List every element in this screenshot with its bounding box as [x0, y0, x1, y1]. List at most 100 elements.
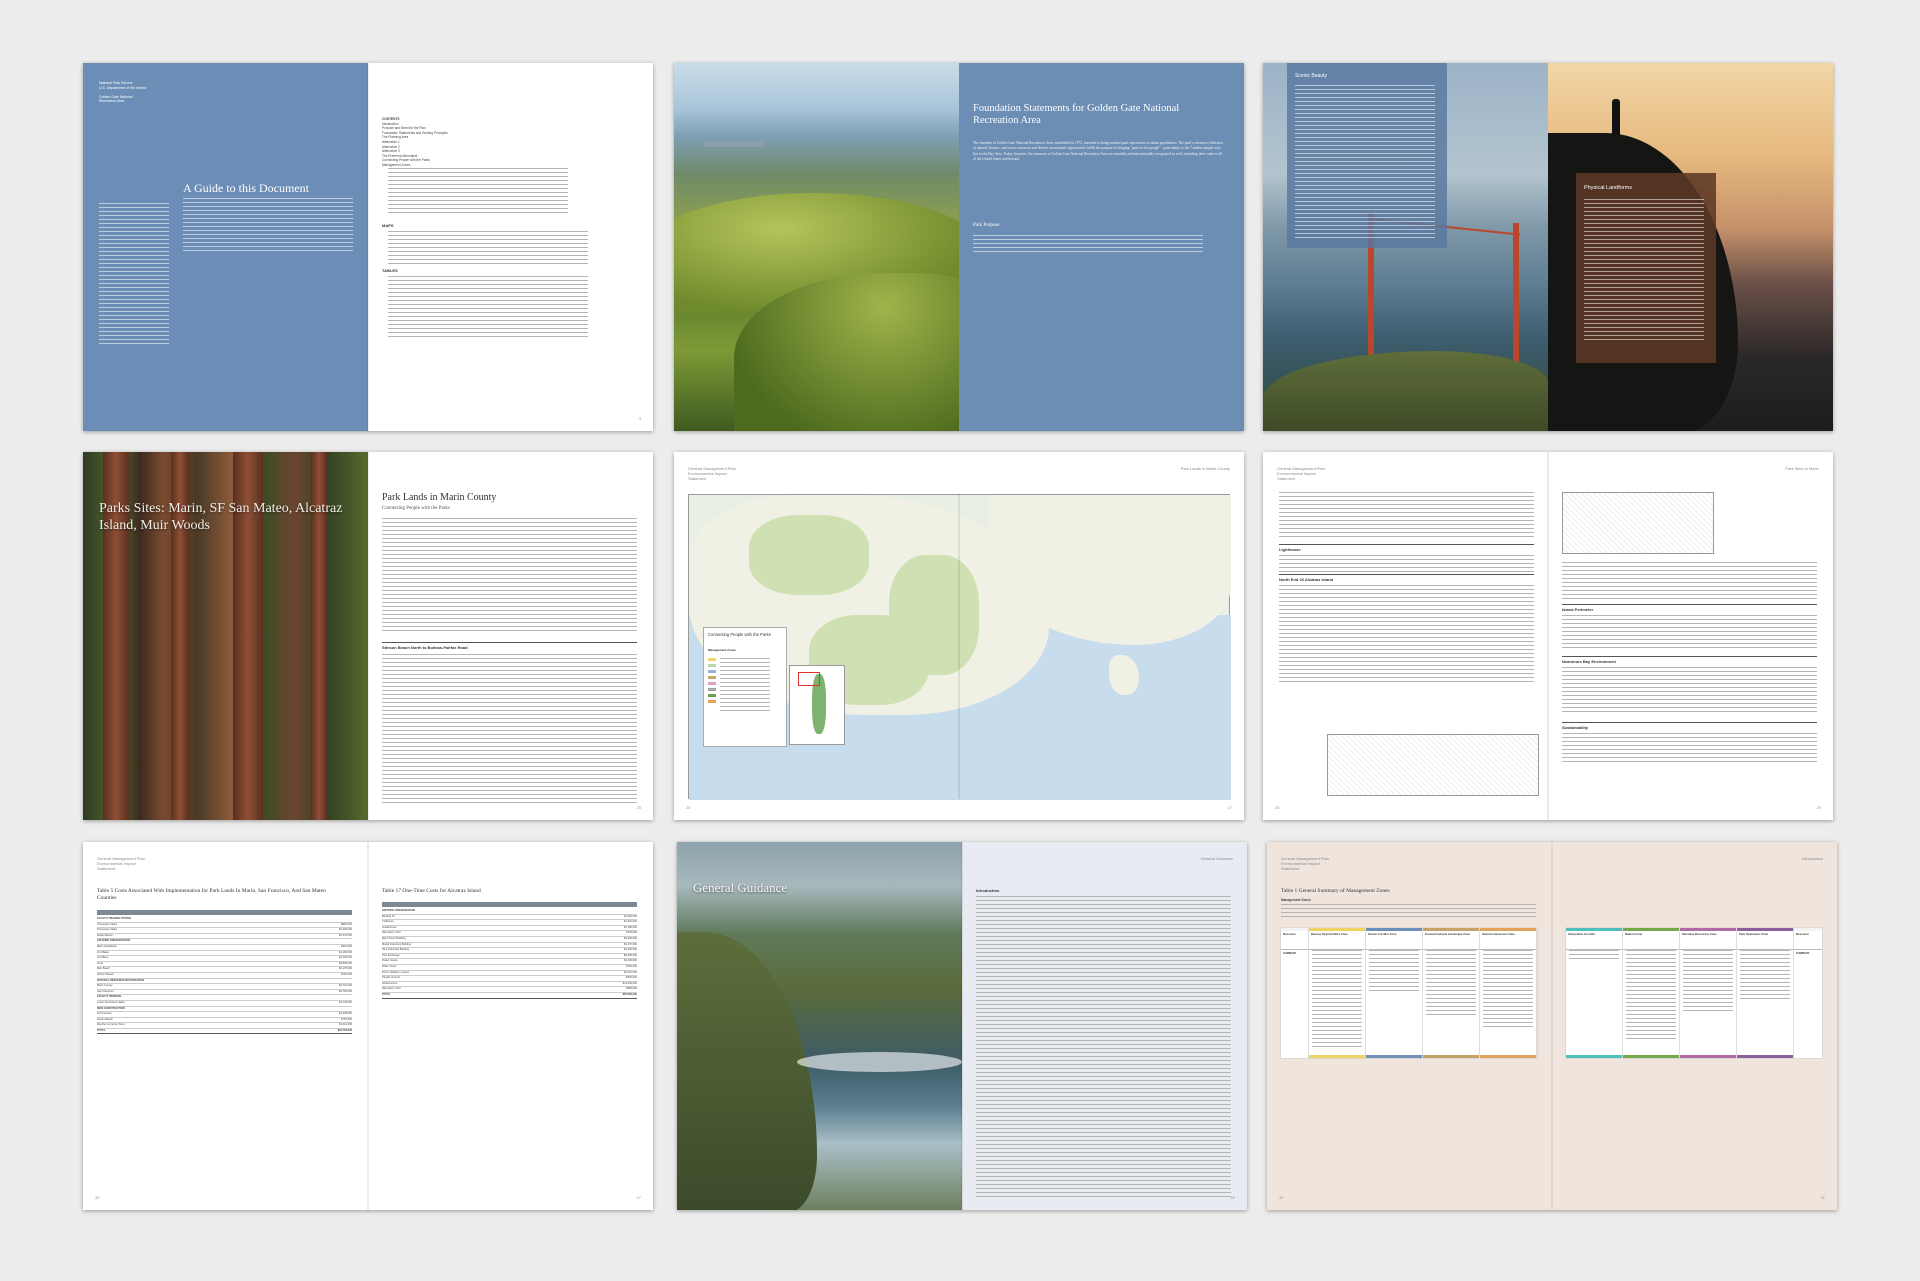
- row-value: $700,000: [626, 931, 637, 935]
- landscape-photo: [674, 63, 959, 431]
- table-title: Table 1 General Summary of Management Zo…: [1281, 888, 1390, 894]
- spread-general-guidance: General Guidance General Guidance Introd…: [677, 842, 1247, 1210]
- page-number: 30: [1279, 1195, 1284, 1200]
- row-label: Guardhouse: [382, 925, 397, 929]
- golden-gate-photo: Scenic Beauty: [1263, 63, 1548, 431]
- row-label: Rodeo Beach: [97, 933, 113, 937]
- page-number: 3: [638, 416, 641, 421]
- maps-heading: MAPS: [382, 223, 394, 228]
- row-label: Main Prison Building: [382, 936, 406, 940]
- table-title: Table 17 One-Time Costs for Alcatraz Isl…: [382, 888, 481, 894]
- running-head: General Management Plan Environmental Im…: [1281, 856, 1329, 871]
- row-label: New Industries Building: [382, 948, 410, 952]
- row-value: $2,178,000: [339, 967, 352, 971]
- guidance-text-page: General Guidance Introduction 49: [962, 842, 1247, 1210]
- spread-alcatraz: General Management Plan Environmental Im…: [1263, 452, 1833, 820]
- table-title: Table 5 Costs Associated With Implementa…: [97, 888, 326, 901]
- physical-landforms-title: Physical Landforms: [1584, 185, 1632, 191]
- section-title: General Guidance: [693, 880, 788, 895]
- scenic-beauty-panel: Scenic Beauty: [1287, 63, 1447, 248]
- agency-header: National Park Service U.S. Department of…: [99, 81, 147, 103]
- row-value: $3,012,000: [339, 1023, 352, 1027]
- row-label: Parade Ground: [382, 976, 400, 980]
- row-value: $750,000: [626, 964, 637, 968]
- row-value: $530,000: [626, 976, 637, 980]
- zones-left-page: General Management Plan Environmental Im…: [1267, 842, 1552, 1210]
- running-head: General Management Plan Environmental Im…: [688, 466, 736, 481]
- page-subtitle: Connecting People with the Parks: [382, 506, 450, 511]
- row-value: $1,000,000: [624, 959, 637, 963]
- park-purpose-heading: Park Purpose: [973, 223, 1000, 228]
- spread-cost-tables: General Management Plan Environmental Im…: [83, 842, 653, 1210]
- column-header: Scenic Corridor Zone: [1366, 931, 1422, 950]
- row-value: $1,060,000: [624, 914, 637, 918]
- column-header: Park Operations Zone: [1737, 931, 1793, 950]
- spread-marin: Parks Sites: Marin, SF San Mateo, Alcatr…: [83, 452, 653, 820]
- row-label: Building 64: [382, 914, 395, 918]
- row-label: FACILITY REMOVAL: [97, 995, 122, 999]
- page-number: 29: [1816, 805, 1821, 810]
- row-label: Cellhouse: [382, 920, 394, 924]
- zones-table-right: Interpretive Corridor Natural Zone Sensi…: [1566, 928, 1822, 1058]
- row-value: $4,700,000: [339, 989, 352, 993]
- row-label: Forts: [97, 961, 103, 965]
- section-heading: Island Perimeter: [1562, 607, 1594, 612]
- column-header: Diverse Opportunities Zone: [1309, 931, 1365, 950]
- row-value: $750,000: [341, 1017, 352, 1021]
- row-label: Marin Headlands: [97, 944, 117, 948]
- zones-right-page: Introduction Interpretive Corridor Natur…: [1552, 842, 1837, 1210]
- spread-map: General Management Plan Environmental Im…: [674, 452, 1244, 820]
- physical-landforms-panel: Physical Landforms: [1576, 173, 1716, 363]
- row-value: $1,100,000: [339, 950, 352, 954]
- page-number: 31: [1820, 1195, 1825, 1200]
- row-label: Ocean Beach: [97, 1017, 113, 1021]
- cost-table-right: HISTORIC PRESERVATION Building 64 $1,060,0…: [382, 902, 637, 999]
- guide-left-page: National Park Service U.S. Department of…: [83, 63, 368, 431]
- cost-table-left: FACILITY REHABILITATION Tennessee Valley $…: [97, 910, 352, 1035]
- section-heading: Stinson Beach North to Bolinas-Fairfax R…: [382, 645, 468, 650]
- foundation-page: Foundation Statements for Golden Gate Na…: [959, 63, 1244, 431]
- total-label: TOTAL: [382, 992, 391, 996]
- row-value: $2,400,000: [339, 928, 352, 932]
- row-label: Fort Baker: [97, 950, 110, 954]
- row-value: $2,710,000: [339, 984, 352, 988]
- running-head: Park Lands in Marin County: [1180, 466, 1230, 471]
- row-value: $760,000: [341, 972, 352, 976]
- summary-label: SUMMARY: [1283, 952, 1297, 955]
- total-value: $56,339,000: [622, 992, 637, 996]
- row-value: $5,400,000: [624, 936, 637, 940]
- row-label: Water Tower: [382, 964, 397, 968]
- row-label: Rancho Corral de Tierra: [97, 1023, 125, 1027]
- sketch-illustration: [1327, 734, 1539, 796]
- page-number: 27: [1227, 805, 1232, 810]
- foundation-body: The founders of Golden Gate National Rec…: [973, 141, 1223, 162]
- row-value: $2,270,000: [624, 942, 637, 946]
- row-value: $1,140,000: [339, 1000, 352, 1004]
- foundation-title: Foundation Statements for Golden Gate Na…: [973, 103, 1180, 126]
- zones-table-left: Resource SUMMARY Diverse Opportunities Zo…: [1281, 928, 1537, 1058]
- row-label: NATURAL RESOURCE RESTORATION: [97, 978, 145, 982]
- row-value: $910,000: [341, 944, 352, 948]
- redwoods-photo: Parks Sites: Marin, SF San Mateo, Alcatr…: [83, 452, 368, 820]
- spread-foundation: Foundation Statements for Golden Gate Na…: [674, 63, 1244, 431]
- column-header: Historic Immersion Zone: [1480, 931, 1536, 950]
- cost-table-right-page: Table 17 One-Time Costs for Alcatraz Isl…: [368, 842, 653, 1210]
- coastline-photo: General Guidance: [677, 842, 962, 1210]
- running-head: General Management Plan Environmental Im…: [97, 856, 145, 871]
- page-number: 28: [1275, 805, 1280, 810]
- table-of-contents: CONTENTS Introduction Purpose and Need f…: [382, 113, 632, 168]
- page-number: 26: [686, 805, 691, 810]
- section-heading: Lighthouse: [1279, 547, 1301, 552]
- column-header: Sensitive Resources Zone: [1680, 931, 1736, 950]
- spread-scenic: Scenic Beauty Physical Landforms: [1263, 63, 1833, 431]
- section-heading: Sustainability: [1562, 725, 1589, 730]
- running-head: Introduction: [1802, 856, 1823, 861]
- row-label: Tennessee Valley: [97, 928, 118, 932]
- row-label: Stinson Beach: [97, 972, 114, 976]
- page-title: Park Lands in Marin County: [382, 492, 497, 503]
- row-label: Power House: [382, 959, 398, 963]
- toc-item[interactable]: Management Zones: [382, 163, 632, 168]
- row-value: $11,000,000: [622, 981, 637, 985]
- row-label: HISTORIC PRESERVATION: [97, 939, 131, 943]
- legend-zones-heading: Management Zones: [708, 648, 737, 652]
